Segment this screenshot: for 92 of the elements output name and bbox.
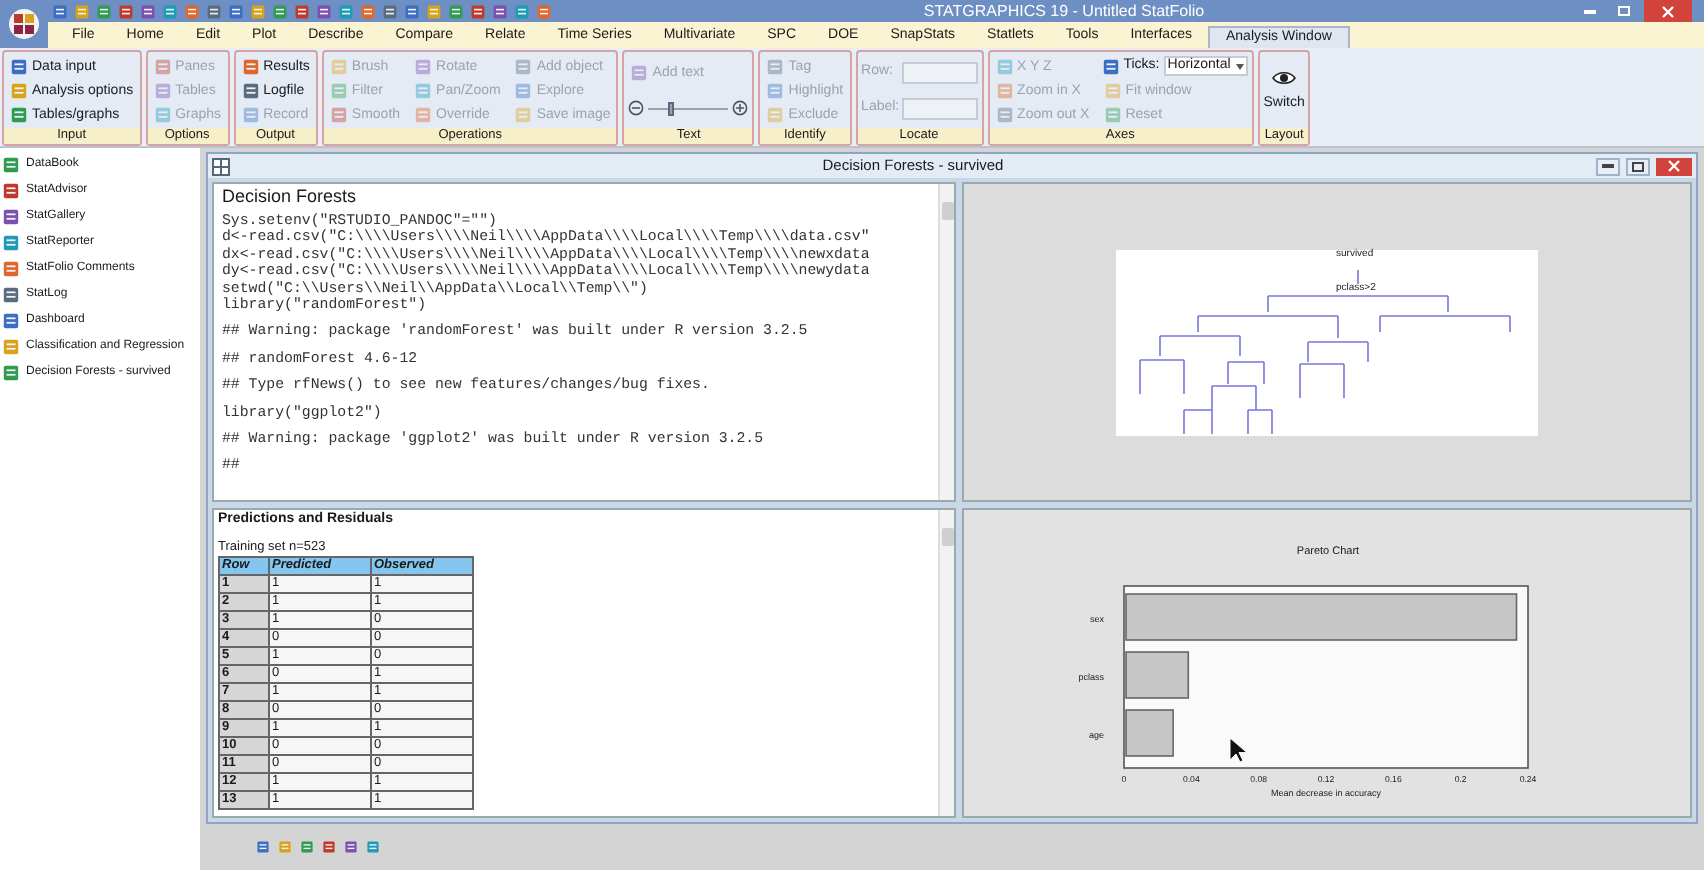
bar xyxy=(1125,709,1174,757)
bar xyxy=(1125,651,1190,699)
toolbar-icon xyxy=(118,3,134,19)
item-icon xyxy=(2,312,20,330)
minimize-icon xyxy=(1584,9,1596,13)
tool-icon xyxy=(514,81,533,99)
zoom-in-icon[interactable] xyxy=(732,100,749,116)
toolbar-icon xyxy=(404,3,420,19)
maximize-icon xyxy=(1632,161,1644,171)
tool-icon xyxy=(414,81,433,99)
minimized-window-icon xyxy=(300,840,314,854)
tool-icon xyxy=(766,105,785,123)
toolbar-icon xyxy=(360,3,376,19)
toolbar-icon xyxy=(162,3,178,19)
toolbar-icon xyxy=(316,3,332,19)
toolbar-icon xyxy=(448,3,464,19)
caret-icon xyxy=(1235,63,1244,69)
tool-icon xyxy=(514,57,533,75)
scrollbar[interactable] xyxy=(938,184,954,500)
scrollbar[interactable] xyxy=(938,510,954,816)
tool-icon xyxy=(1101,57,1120,75)
toolbar-icon xyxy=(140,3,156,19)
minimized-window-icon xyxy=(366,840,380,854)
tool-icon xyxy=(1103,81,1122,99)
toolbar-icon xyxy=(470,3,486,19)
toolbar-icon xyxy=(206,3,222,19)
tool-icon xyxy=(153,105,172,123)
window-icon xyxy=(212,157,230,175)
close-icon xyxy=(1662,5,1674,17)
close-icon xyxy=(1668,160,1680,172)
item-icon xyxy=(2,260,20,278)
tool-icon xyxy=(1103,105,1122,123)
minimized-window-icon xyxy=(322,840,336,854)
item-icon xyxy=(2,182,20,200)
tool-icon xyxy=(329,81,348,99)
app-logo-icon xyxy=(8,8,40,40)
tool-icon xyxy=(995,81,1014,99)
toolbar-icon xyxy=(338,3,354,19)
maximize-icon xyxy=(1618,6,1630,16)
toolbar-icon xyxy=(492,3,508,19)
minimized-window-icon xyxy=(278,840,292,854)
tool-icon xyxy=(766,81,785,99)
toolbar-icon xyxy=(294,3,310,19)
scrollbar-thumb[interactable] xyxy=(941,202,953,220)
minimized-window-icon xyxy=(344,840,358,854)
toolbar-icon xyxy=(250,3,266,19)
zoom-out-icon[interactable] xyxy=(628,100,645,116)
toolbar-icon xyxy=(96,3,112,19)
toolbar-icon xyxy=(426,3,442,19)
tool-icon xyxy=(995,57,1014,75)
tool-icon xyxy=(414,105,433,123)
toolbar-icon xyxy=(382,3,398,19)
tool-icon xyxy=(414,57,433,75)
tool-icon xyxy=(153,81,172,99)
tool-icon xyxy=(241,81,260,99)
tool-icon xyxy=(766,57,785,75)
minimize-button[interactable] xyxy=(1596,157,1620,175)
item-icon xyxy=(2,208,20,226)
app-menu-button[interactable] xyxy=(0,0,48,48)
toolbar-icon xyxy=(74,3,90,19)
toolbar-icon xyxy=(52,3,68,19)
tool-icon xyxy=(10,57,28,75)
toolbar-icon xyxy=(272,3,288,19)
toolbar-icon xyxy=(536,3,552,19)
scrollbar-thumb[interactable] xyxy=(941,528,953,546)
item-icon xyxy=(2,338,20,356)
tool-icon xyxy=(514,105,533,123)
minimize-icon xyxy=(1602,164,1614,168)
tool-icon xyxy=(10,81,28,99)
tool-icon xyxy=(241,57,260,75)
item-icon xyxy=(2,286,20,304)
close-button[interactable] xyxy=(1644,0,1692,23)
toolbar-icon xyxy=(228,3,244,19)
tool-icon xyxy=(10,105,28,123)
item-icon xyxy=(2,364,20,382)
tool-icon xyxy=(241,105,260,123)
tool-icon xyxy=(329,105,348,123)
item-icon xyxy=(2,234,20,252)
minimized-window-icon xyxy=(256,840,270,854)
tool-icon xyxy=(995,105,1014,123)
pane-heading: Decision Forests xyxy=(222,186,359,208)
tool-icon xyxy=(630,63,649,81)
close-button[interactable] xyxy=(1656,157,1692,175)
toolbar-icon xyxy=(514,3,530,19)
tool-icon xyxy=(153,57,172,75)
eye-icon xyxy=(1272,70,1297,87)
toolbar-icon xyxy=(184,3,200,19)
maximize-button[interactable] xyxy=(1626,157,1650,175)
item-icon xyxy=(2,156,20,174)
window-title: STATGRAPHICS 19 - Untitled StatFolio xyxy=(921,3,1207,19)
tool-icon xyxy=(329,57,348,75)
cursor-icon xyxy=(1229,737,1248,763)
